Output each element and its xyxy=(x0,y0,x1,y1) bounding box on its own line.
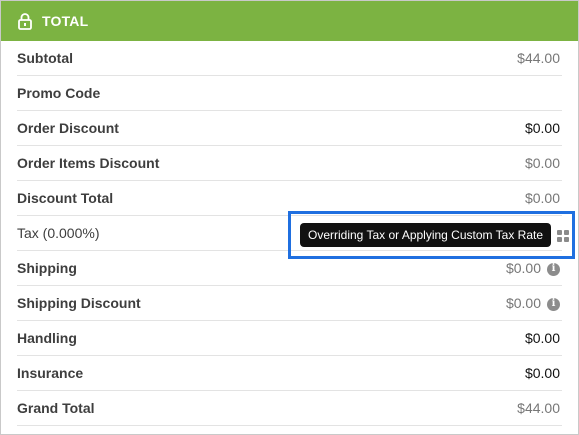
row-handling: Handling $0.00 xyxy=(17,321,562,356)
discount-total-value: $0.00 xyxy=(524,190,560,206)
total-panel: TOTAL Subtotal $44.00 Promo Code Order D… xyxy=(0,0,579,435)
discount-total-label: Discount Total xyxy=(17,190,114,206)
tax-override-grid-icon[interactable] xyxy=(557,230,569,242)
total-header: TOTAL xyxy=(1,1,578,41)
shipping-info-icon[interactable]: i xyxy=(547,262,560,276)
grand-total-value: $44.00 xyxy=(517,400,560,416)
shipping-value: $0.00 xyxy=(505,260,541,276)
handling-label: Handling xyxy=(17,330,77,346)
shipping-discount-value: $0.00 xyxy=(505,295,541,311)
row-subtotal: Subtotal $44.00 xyxy=(17,41,562,76)
insurance-value: $0.00 xyxy=(524,365,560,381)
row-shipping-discount: Shipping Discount $0.00 i xyxy=(17,286,562,321)
row-promo-code: Promo Code xyxy=(17,76,562,111)
row-grand-total: Grand Total $44.00 xyxy=(17,391,562,426)
order-discount-label: Order Discount xyxy=(17,120,119,136)
tax-label: Tax (0.000%) xyxy=(17,225,100,241)
subtotal-label: Subtotal xyxy=(17,50,73,66)
grand-total-label: Grand Total xyxy=(17,400,95,416)
panel-title: TOTAL xyxy=(42,13,89,29)
row-shipping: Shipping $0.00 i xyxy=(17,251,562,286)
row-discount-total: Discount Total $0.00 xyxy=(17,181,562,216)
order-items-discount-label: Order Items Discount xyxy=(17,155,160,171)
row-order-discount: Order Discount $0.00 xyxy=(17,111,562,146)
row-insurance: Insurance $0.00 xyxy=(17,356,562,391)
shipping-discount-label: Shipping Discount xyxy=(17,295,141,311)
shipping-discount-info-icon[interactable]: i xyxy=(547,297,560,311)
row-order-items-discount: Order Items Discount $0.00 xyxy=(17,146,562,181)
order-discount-value: $0.00 xyxy=(524,120,560,136)
handling-value: $0.00 xyxy=(524,330,560,346)
order-items-discount-value: $0.00 xyxy=(524,155,560,171)
insurance-label: Insurance xyxy=(17,365,84,381)
promo-code-label: Promo Code xyxy=(17,85,101,101)
tax-override-tooltip: Overriding Tax or Applying Custom Tax Ra… xyxy=(300,223,552,247)
lock-icon xyxy=(17,12,33,30)
subtotal-value: $44.00 xyxy=(517,50,560,66)
shipping-label: Shipping xyxy=(17,260,77,276)
